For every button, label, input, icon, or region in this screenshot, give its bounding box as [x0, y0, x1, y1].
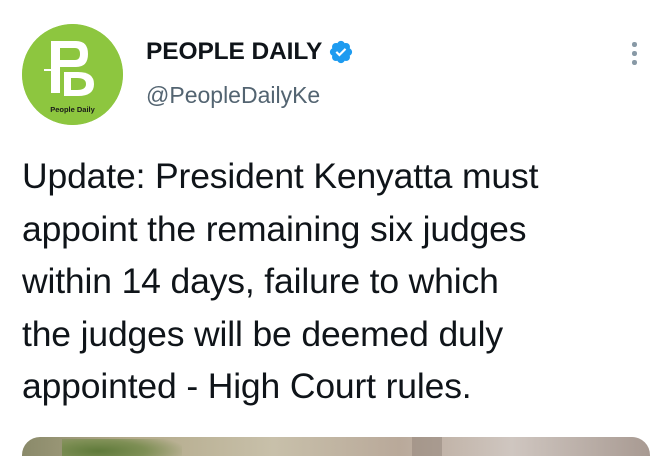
account-handle[interactable]: @PeopleDailyKe	[146, 82, 320, 109]
verified-badge-icon	[328, 39, 354, 65]
name-row: PEOPLE DAILY	[146, 36, 354, 68]
people-daily-logo-icon: People Daily	[22, 24, 123, 125]
tweet: People Daily PEOPLE DAILY @PeopleDailyKe…	[0, 0, 672, 456]
media-detail	[412, 437, 442, 456]
tweet-media-image[interactable]	[22, 437, 650, 456]
tweet-text: Update: President Kenyatta must appoint …	[22, 156, 539, 406]
display-name[interactable]: PEOPLE DAILY	[146, 38, 322, 66]
more-options-icon[interactable]	[624, 40, 644, 68]
avatar[interactable]: People Daily	[22, 24, 123, 125]
logo-caption: People Daily	[50, 105, 95, 114]
media-foliage	[62, 439, 182, 456]
